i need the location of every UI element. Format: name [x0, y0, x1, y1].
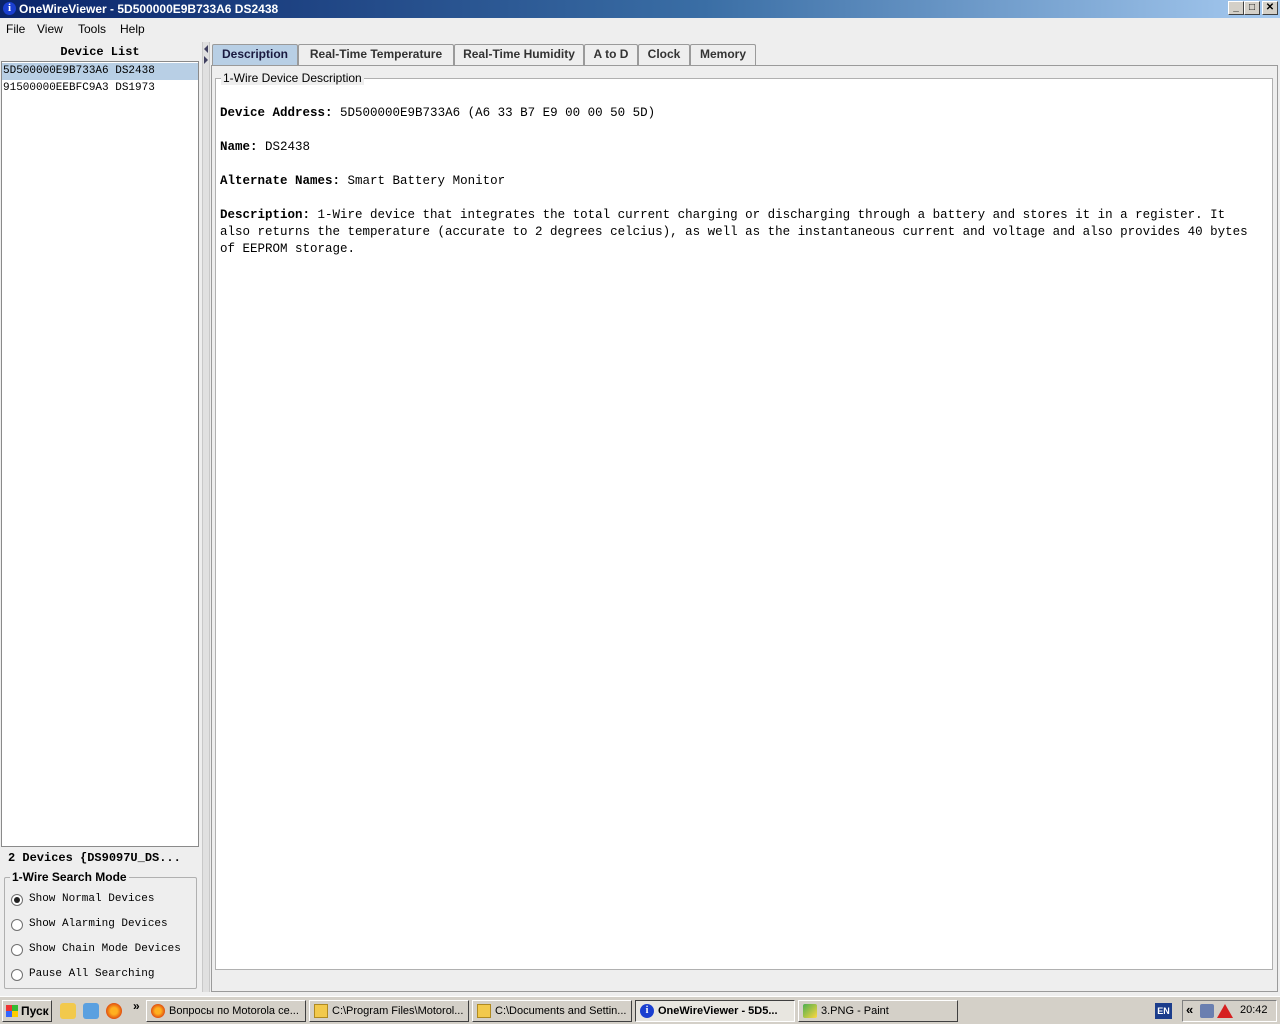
address-value: 5D500000E9B733A6 (A6 33 B7 E9 00 00 50 5… — [340, 106, 656, 120]
device-description-group: 1-Wire Device Description Device Address… — [215, 71, 1273, 970]
taskbar-button-onewireviewer[interactable]: i OneWireViewer - 5D5... — [635, 1000, 795, 1022]
alternate-names-field: Alternate Names: Smart Battery Monitor — [220, 173, 1260, 190]
info-icon: i — [3, 2, 16, 15]
start-button[interactable]: Пуск — [2, 1000, 52, 1022]
tab-a-to-d[interactable]: A to D — [584, 44, 638, 65]
radio-button[interactable] — [11, 919, 23, 931]
radio-button[interactable] — [11, 969, 23, 981]
network-icon[interactable] — [1200, 1004, 1214, 1018]
language-indicator[interactable]: EN — [1155, 1003, 1172, 1019]
start-label: Пуск — [21, 1004, 49, 1018]
info-icon: i — [640, 1004, 654, 1018]
device-list-header: Device List — [60, 45, 140, 59]
device-list[interactable]: 5D500000E9B733A6 DS2438 91500000EEBFC9A3… — [1, 61, 199, 847]
panel-splitter[interactable] — [202, 42, 210, 992]
folder-icon — [314, 1004, 328, 1018]
desktop-icon[interactable] — [83, 1003, 99, 1019]
firefox-icon[interactable] — [106, 1003, 122, 1019]
taskbar: Пуск » Вопросы по Motorola ce... C:\Prog… — [0, 996, 1280, 1024]
name-field: Name: DS2438 — [220, 139, 1260, 156]
device-panel: Device List 5D500000E9B733A6 DS2438 9150… — [0, 42, 202, 992]
task-label: OneWireViewer - 5D5... — [658, 1005, 778, 1017]
menu-help[interactable]: Help — [120, 22, 145, 36]
radio-button[interactable] — [11, 944, 23, 956]
taskbar-button-paint[interactable]: 3.PNG - Paint — [798, 1000, 958, 1022]
clock[interactable]: 20:42 — [1240, 1004, 1268, 1016]
menu-file[interactable]: File — [6, 22, 25, 36]
description-field: Description: 1-Wire device that integrat… — [220, 207, 1260, 258]
description-label: Description: — [220, 208, 311, 222]
tab-real-time-temperature[interactable]: Real-Time Temperature — [298, 44, 454, 65]
close-button[interactable]: ✕ — [1262, 1, 1278, 15]
device-count-status: 2 Devices {DS9097U_DS... — [8, 851, 181, 865]
radio-label: Show Normal Devices — [29, 893, 155, 905]
radio-button[interactable] — [11, 894, 23, 906]
task-label: C:\Program Files\Motorol... — [332, 1005, 464, 1017]
name-label: Name: — [220, 140, 258, 154]
device-list-item[interactable]: 91500000EEBFC9A3 DS1973 — [2, 80, 198, 97]
title-bar[interactable]: i OneWireViewer - 5D500000E9B733A6 DS243… — [0, 0, 1280, 18]
radio-label: Pause All Searching — [29, 968, 155, 980]
taskbar-button-explorer-2[interactable]: C:\Documents and Settin... — [472, 1000, 632, 1022]
name-value: DS2438 — [265, 140, 311, 154]
alternate-names-label: Alternate Names: — [220, 174, 341, 188]
radio-label: Show Chain Mode Devices — [29, 943, 181, 955]
taskbar-button-explorer-1[interactable]: C:\Program Files\Motorol... — [309, 1000, 469, 1022]
device-list-item[interactable]: 5D500000E9B733A6 DS2438 — [2, 63, 198, 80]
taskbar-button-browser[interactable]: Вопросы по Motorola ce... — [146, 1000, 306, 1022]
tab-description[interactable]: Description — [212, 44, 298, 65]
description-group-title: 1-Wire Device Description — [221, 71, 364, 85]
system-tray: « 20:42 — [1182, 1000, 1277, 1022]
address-field: Device Address: 5D500000E9B733A6 (A6 33 … — [220, 105, 1260, 122]
expand-right-icon[interactable] — [204, 56, 208, 64]
tab-real-time-humidity[interactable]: Real-Time Humidity — [454, 44, 584, 65]
folder-icon — [477, 1004, 491, 1018]
address-label: Device Address: — [220, 106, 333, 120]
tab-clock[interactable]: Clock — [638, 44, 690, 65]
tray-expand-icon[interactable]: « — [1186, 1002, 1193, 1017]
description-body: Device Address: 5D500000E9B733A6 (A6 33 … — [220, 105, 1260, 275]
window-title: OneWireViewer - 5D500000E9B733A6 DS2438 — [19, 2, 279, 16]
minimize-button[interactable]: _ — [1228, 1, 1244, 15]
menu-bar: File View Tools Help — [0, 18, 1280, 42]
search-mode-title: 1-Wire Search Mode — [10, 870, 129, 884]
windows-logo-icon — [6, 1005, 18, 1017]
menu-tools[interactable]: Tools — [78, 22, 106, 36]
quick-launch-more-icon[interactable]: » — [133, 999, 140, 1013]
tab-memory[interactable]: Memory — [690, 44, 756, 65]
collapse-left-icon[interactable] — [204, 45, 208, 53]
task-label: C:\Documents and Settin... — [495, 1005, 627, 1017]
alternate-names-value: Smart Battery Monitor — [347, 174, 506, 188]
tab-content: 1-Wire Device Description Device Address… — [211, 65, 1278, 992]
folder-icon[interactable] — [60, 1003, 76, 1019]
search-mode-group: 1-Wire Search Mode Show Normal Devices S… — [4, 870, 197, 989]
paint-icon — [803, 1004, 817, 1018]
radio-label: Show Alarming Devices — [29, 918, 168, 930]
task-label: Вопросы по Motorola ce... — [169, 1005, 299, 1017]
maximize-button[interactable]: □ — [1244, 1, 1260, 15]
description-value: 1-Wire device that integrates the total … — [220, 208, 1248, 256]
warning-icon[interactable] — [1217, 1004, 1233, 1018]
menu-view[interactable]: View — [37, 22, 63, 36]
tab-bar: Description Real-Time Temperature Real-T… — [212, 44, 1278, 65]
task-label: 3.PNG - Paint — [821, 1005, 889, 1017]
firefox-icon — [151, 1004, 165, 1018]
